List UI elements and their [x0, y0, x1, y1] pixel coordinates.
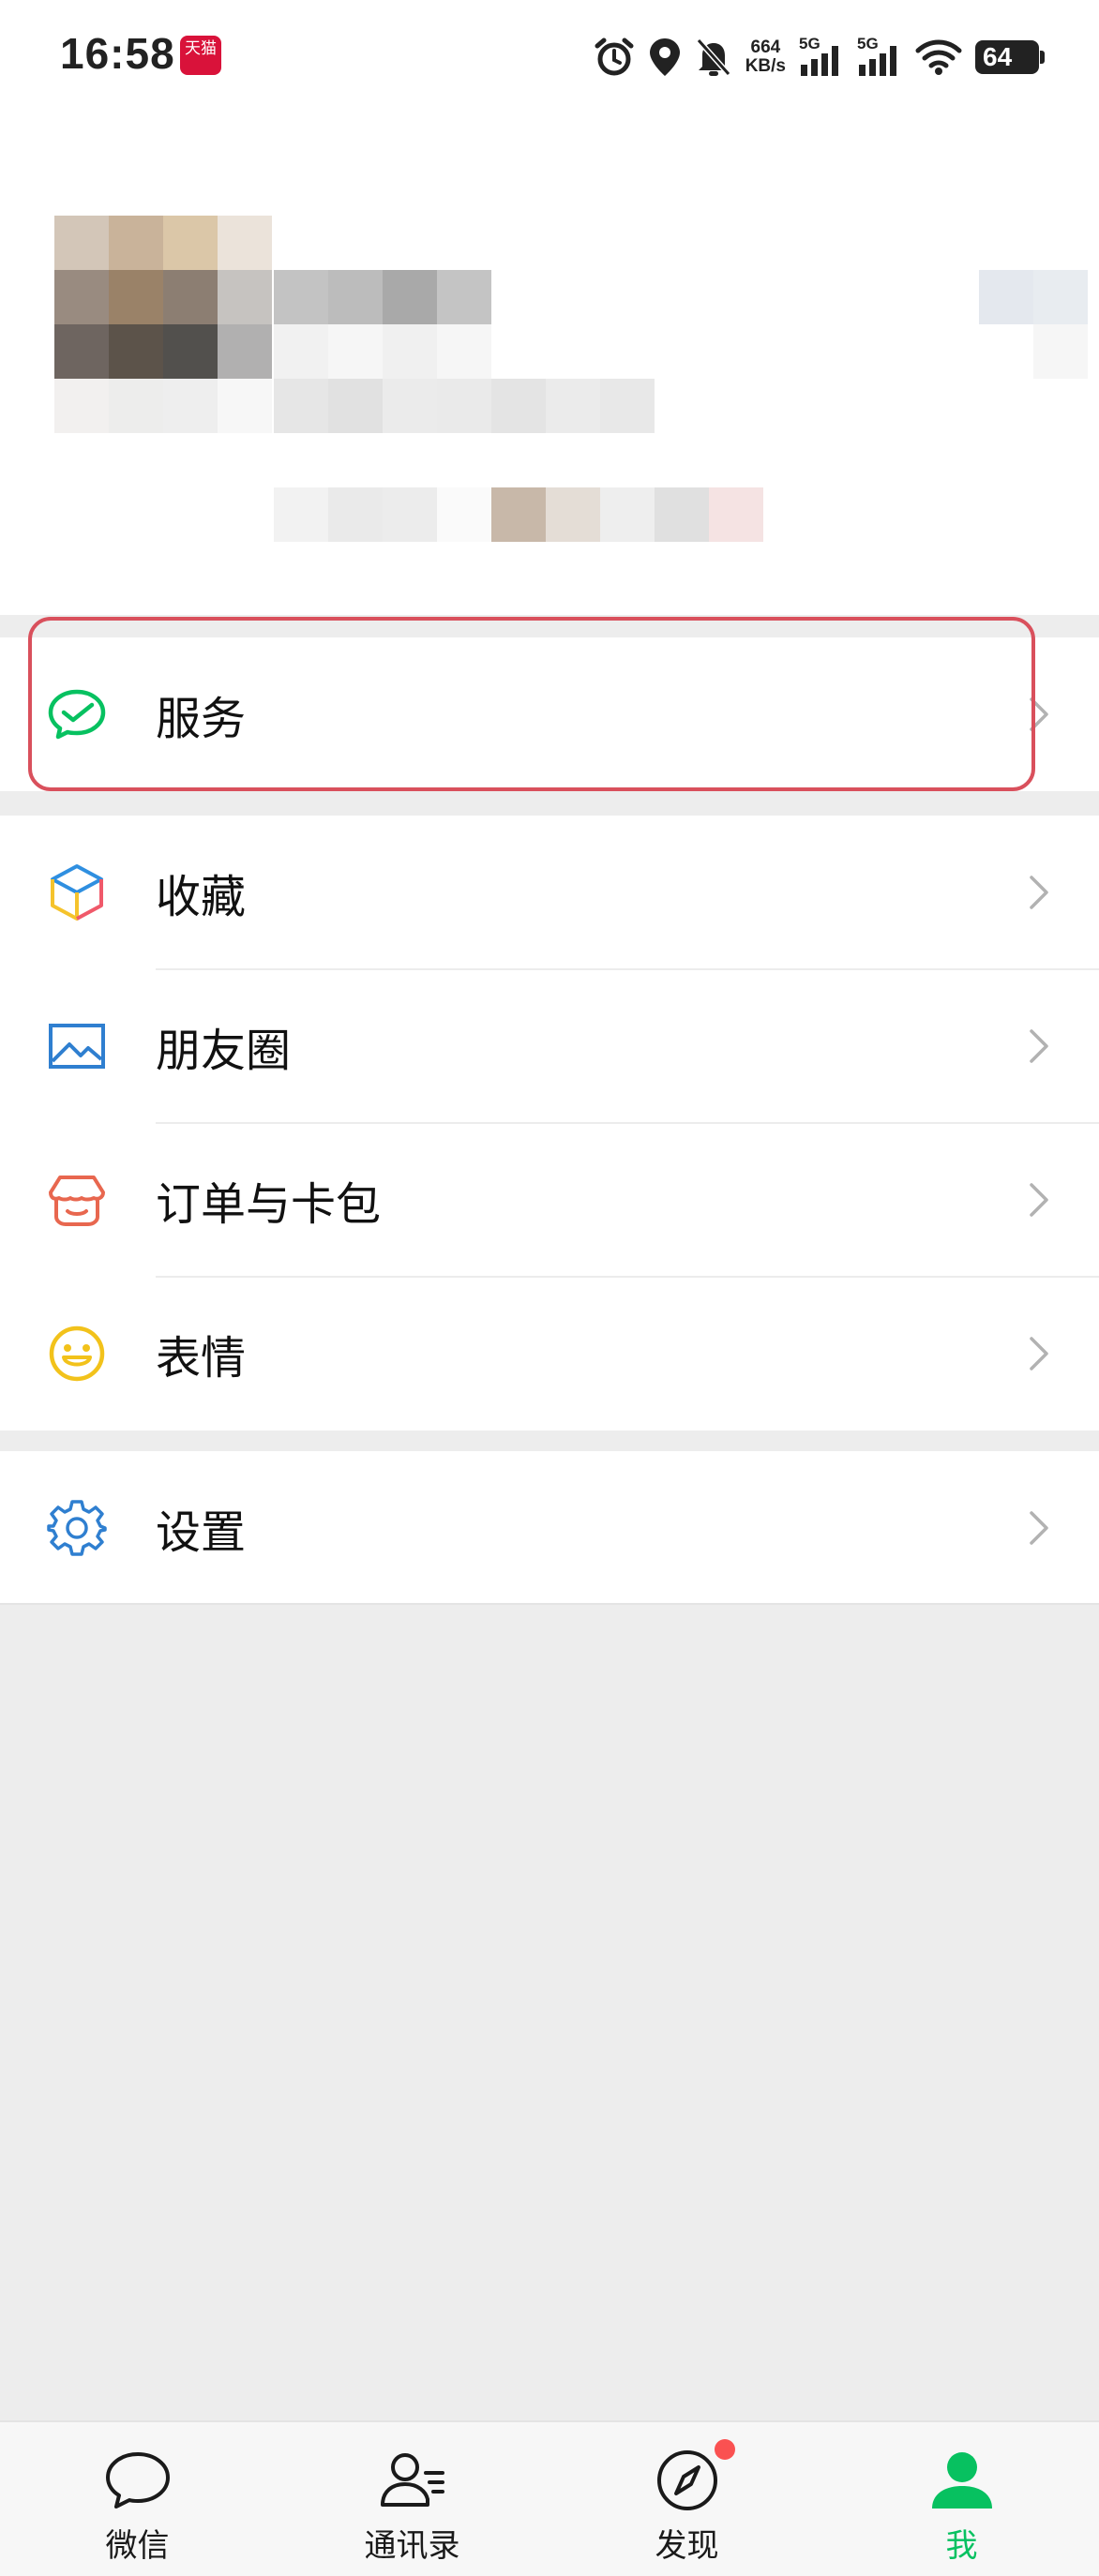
notification-dot — [715, 2439, 735, 2460]
tab-discover[interactable]: 发现 — [550, 2422, 824, 2576]
chevron-right-icon — [1030, 1029, 1048, 1063]
avatar — [54, 216, 274, 435]
moments-picture-icon — [49, 1024, 105, 1069]
favorites-row[interactable]: 收藏 — [0, 816, 1099, 969]
mute-bell-icon — [696, 38, 730, 76]
status-bar: 16:58 天猫 664 KB/s 5G 5G 64 — [0, 0, 1099, 112]
tab-label: 微信 — [105, 2527, 170, 2565]
stickers-label: 表情 — [156, 1332, 247, 1385]
main-group: 收藏 朋友圈 订单与卡包 表情 — [0, 816, 1099, 1430]
status-blurred — [274, 487, 763, 542]
smiley-icon — [49, 1325, 105, 1382]
status-time: 16:58 — [60, 29, 175, 78]
signal-icon: 5G — [799, 35, 844, 78]
tab-me[interactable]: 我 — [824, 2422, 1099, 2576]
tab-label: 我 — [945, 2527, 978, 2565]
contacts-icon — [380, 2453, 444, 2507]
tab-chats[interactable]: 微信 — [0, 2422, 275, 2576]
gear-icon — [47, 1500, 107, 1556]
tab-label: 通讯录 — [364, 2527, 460, 2565]
services-label: 服务 — [156, 693, 247, 745]
chevron-right-icon — [1030, 1337, 1048, 1370]
tmall-notification-icon: 天猫 — [180, 36, 221, 75]
network-speed: 664 KB/s — [745, 38, 786, 76]
orders-row[interactable]: 订单与卡包 — [0, 1123, 1099, 1277]
chevron-right-icon — [1030, 1183, 1048, 1217]
tab-contacts[interactable]: 通讯录 — [275, 2422, 550, 2576]
favorites-label: 收藏 — [156, 871, 247, 923]
chat-bubble-icon — [105, 2452, 170, 2509]
profile-header[interactable] — [0, 112, 1099, 615]
favorites-cube-icon — [51, 864, 103, 921]
battery-icon: 64 — [975, 40, 1045, 74]
orders-label: 订单与卡包 — [156, 1178, 382, 1231]
services-group: 服务 — [0, 637, 1099, 791]
bottom-tab-bar: 微信 通讯录 发现 我 — [0, 2420, 1099, 2576]
settings-row[interactable]: 设置 — [0, 1451, 1099, 1605]
wechat-id-blurred — [274, 324, 668, 433]
stickers-row[interactable]: 表情 — [0, 1277, 1099, 1430]
wifi-icon — [915, 39, 962, 75]
status-icons: 664 KB/s 5G 5G 64 — [594, 34, 1045, 81]
network-speed-value: 664 — [750, 37, 781, 57]
chevron-right-icon — [1030, 697, 1048, 731]
chevron-right-icon — [1030, 1511, 1048, 1545]
moments-label: 朋友圈 — [156, 1025, 292, 1077]
nickname-blurred — [274, 270, 649, 324]
settings-label: 设置 — [156, 1506, 247, 1559]
chevron-right-icon — [1030, 876, 1048, 909]
qr-code-blurred[interactable] — [979, 270, 1099, 379]
location-icon — [649, 38, 680, 76]
person-icon — [931, 2452, 992, 2509]
settings-group: 设置 — [0, 1451, 1099, 1605]
orders-shop-icon — [49, 1176, 105, 1226]
wechat-pay-service-icon — [48, 689, 106, 740]
signal-icon: 5G — [857, 35, 902, 78]
alarm-icon — [595, 37, 634, 76]
moments-row[interactable]: 朋友圈 — [0, 969, 1099, 1123]
network-speed-unit: KB/s — [745, 56, 786, 76]
tab-label: 发现 — [655, 2527, 719, 2565]
compass-icon — [656, 2450, 717, 2510]
services-row[interactable]: 服务 — [0, 637, 1099, 791]
